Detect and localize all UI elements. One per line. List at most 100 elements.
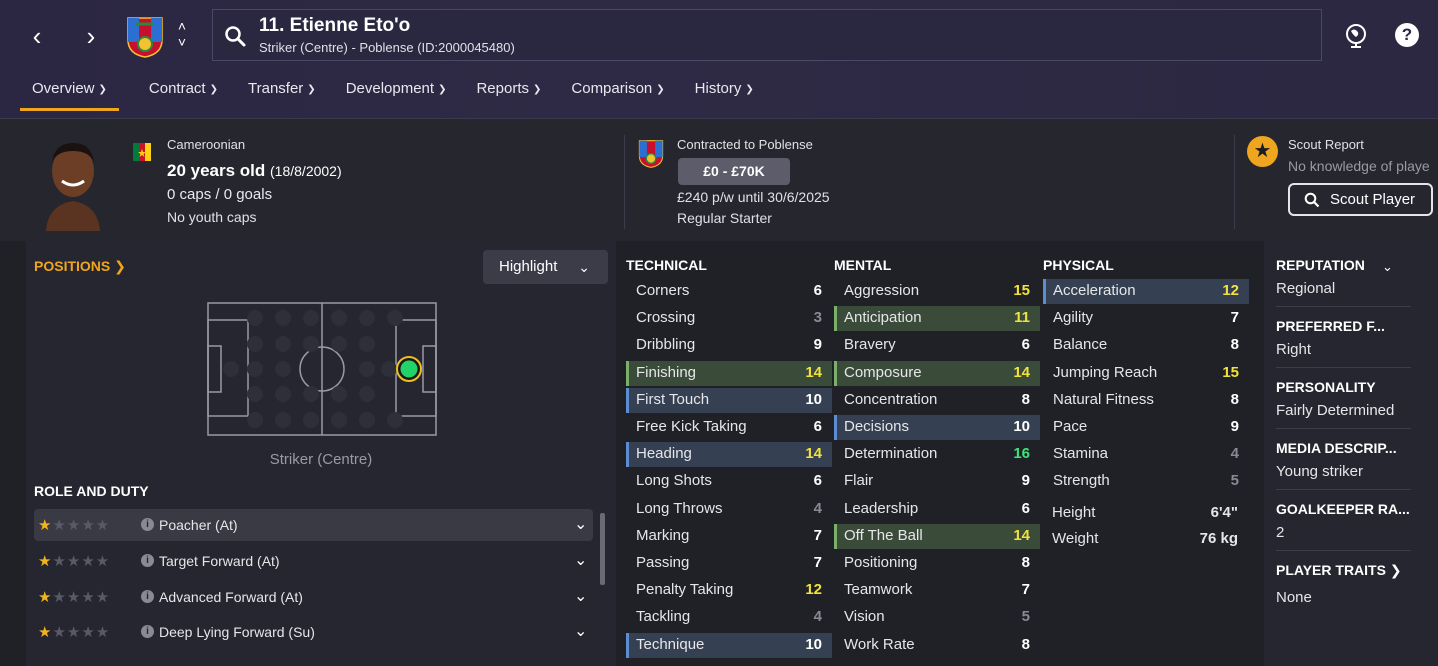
attribute-value: 7 (1230, 309, 1239, 327)
attribute-row[interactable]: Aggression 15 (834, 279, 1040, 304)
media-description-value: Young striker (1276, 463, 1363, 480)
attribute-row[interactable]: Long Shots 6 (626, 469, 832, 494)
attribute-row[interactable]: Decisions 10 (834, 415, 1040, 440)
attribute-row[interactable]: Natural Fitness 8 (1043, 388, 1249, 413)
attribute-value: 9 (1021, 472, 1030, 490)
attribute-row[interactable]: Balance 8 (1043, 333, 1249, 358)
tab-comparison[interactable]: Comparison ❯ (571, 80, 664, 111)
weight-label: Weight (1052, 530, 1099, 547)
attribute-value: 15 (1013, 282, 1030, 299)
attribute-row[interactable]: Dribbling 9 (626, 333, 832, 358)
mental-title: MENTAL (834, 257, 892, 273)
chevron-down-icon[interactable]: ⌄ (574, 586, 587, 606)
media-description-title: MEDIA DESCRIP... (1276, 440, 1397, 456)
search-icon[interactable] (223, 24, 247, 48)
attribute-row[interactable]: Stamina 4 (1043, 442, 1249, 467)
weight-value: 76 kg (1199, 530, 1238, 547)
attribute-row[interactable]: First Touch 10 (626, 387, 832, 413)
attribute-row[interactable]: Acceleration 12 (1043, 279, 1249, 304)
role-row[interactable]: ★★★★★ i Poacher (At) ⌄ (34, 509, 593, 541)
attribute-row[interactable]: Finishing 14 (626, 360, 832, 386)
attribute-value: 8 (1021, 390, 1030, 408)
attribute-row[interactable]: Technique 10 (626, 632, 832, 658)
attribute-row[interactable]: Bravery 6 (834, 333, 1040, 358)
player-traits-link[interactable]: PLAYER TRAITS ❯ (1276, 562, 1402, 579)
attribute-value: 10 (805, 635, 822, 653)
attribute-row[interactable]: Heading 14 (626, 442, 832, 468)
info-icon[interactable]: i (141, 625, 154, 638)
scout-player-button[interactable]: Scout Player (1288, 183, 1433, 216)
attribute-row[interactable]: Agility 7 (1043, 306, 1249, 331)
tab-overview[interactable]: Overview ❯ (20, 80, 119, 111)
scout-report-text: No knowledge of playe (1288, 158, 1430, 174)
attribute-row[interactable]: Strength 5 (1043, 469, 1249, 494)
role-row[interactable]: ★★★★★ i Target Forward (At) ⌄ (34, 545, 593, 577)
attribute-value: 9 (813, 336, 822, 354)
attribute-row[interactable]: Teamwork 7 (834, 578, 1040, 603)
attribute-name: Penalty Taking (636, 581, 734, 599)
attribute-value: 11 (1014, 309, 1030, 327)
attribute-row[interactable]: Flair 9 (834, 469, 1040, 494)
role-row[interactable]: ★★★★★ i Advanced Forward (At) ⌄ (34, 581, 593, 613)
attribute-value: 10 (1013, 418, 1030, 435)
chevron-down-icon[interactable]: ⌄ (574, 621, 587, 641)
tab-reports[interactable]: Reports ❯ (476, 80, 541, 111)
attribute-row[interactable]: Determination 16 (834, 442, 1040, 467)
attribute-row[interactable]: Penalty Taking 12 (626, 578, 832, 603)
info-icon[interactable]: i (141, 554, 154, 567)
attribute-name: Decisions (844, 418, 910, 435)
back-icon[interactable]: ‹ (22, 22, 52, 52)
attribute-row[interactable]: Long Throws 4 (626, 497, 832, 522)
technical-title: TECHNICAL (626, 257, 707, 273)
highlight-dropdown[interactable]: Highlight ⌄ (483, 250, 608, 284)
club-switch-arrows[interactable]: ˄ ˅ (172, 18, 192, 50)
attribute-row[interactable]: Composure 14 (834, 360, 1040, 386)
attribute-name: Finishing (636, 363, 697, 381)
role-name: Poacher (At) (159, 517, 238, 533)
value-range-badge[interactable]: £0 - £70K (678, 158, 790, 185)
attribute-row[interactable]: Marking 7 (626, 524, 832, 549)
attribute-name: Stamina (1053, 445, 1109, 463)
language-globe-icon[interactable] (1343, 22, 1369, 48)
cameroon-flag-icon (133, 143, 151, 161)
height-label: Height (1052, 504, 1096, 521)
attribute-row[interactable]: Off The Ball 14 (834, 523, 1040, 549)
attribute-row[interactable]: Jumping Reach 15 (1043, 361, 1249, 386)
goalkeeper-rating-title: GOALKEEPER RA... (1276, 501, 1410, 517)
info-icon[interactable]: i (141, 518, 154, 531)
attribute-row[interactable]: Vision 5 (834, 605, 1040, 630)
forward-icon[interactable]: › (76, 22, 106, 52)
positions-link[interactable]: POSITIONS ❯ (34, 258, 126, 275)
attribute-value: 5 (1021, 608, 1030, 626)
attribute-row[interactable]: Anticipation 11 (834, 306, 1040, 332)
player-search-box[interactable]: 11. Etienne Eto'o Striker (Centre) - Pob… (212, 9, 1322, 61)
tab-history[interactable]: History ❯ (695, 80, 754, 111)
attribute-row[interactable]: Leadership 6 (834, 497, 1040, 522)
attribute-value: 7 (1021, 581, 1030, 599)
tab-transfer[interactable]: Transfer ❯ (248, 80, 316, 111)
help-icon[interactable]: ? (1395, 23, 1419, 47)
tab-development[interactable]: Development ❯ (346, 80, 447, 111)
height-value: 6'4" (1210, 504, 1238, 521)
attribute-value: 4 (813, 499, 822, 517)
info-icon[interactable]: i (141, 590, 154, 603)
contract-label: Contracted to Poblense (677, 137, 813, 152)
tab-contract[interactable]: Contract ❯ (149, 80, 218, 111)
chevron-down-icon[interactable]: ⌄ (574, 550, 587, 570)
attribute-row[interactable]: Concentration 8 (834, 388, 1040, 413)
chevron-down-icon[interactable]: ⌄ (1382, 259, 1393, 275)
attribute-row[interactable]: Crossing 3 (626, 306, 832, 331)
role-row[interactable]: ★★★★★ i Deep Lying Forward (Su) ⌄ (34, 616, 593, 648)
caps-goals: 0 caps / 0 goals (167, 186, 273, 203)
attribute-row[interactable]: Corners 6 (626, 279, 832, 304)
attribute-row[interactable]: Pace 9 (1043, 415, 1249, 440)
attribute-row[interactable]: Free Kick Taking 6 (626, 415, 832, 440)
chevron-down-icon[interactable]: ⌄ (574, 514, 587, 534)
attribute-row[interactable]: Passing 7 (626, 551, 832, 576)
main-content: POSITIONS ❯ Highlight ⌄ Striker (Centre) … (0, 241, 1438, 666)
attribute-row[interactable]: Tackling 4 (626, 605, 832, 630)
attribute-row[interactable]: Work Rate 8 (834, 633, 1040, 658)
scrollbar[interactable] (600, 513, 605, 585)
attribute-name: Leadership (844, 499, 919, 517)
attribute-row[interactable]: Positioning 8 (834, 551, 1040, 576)
